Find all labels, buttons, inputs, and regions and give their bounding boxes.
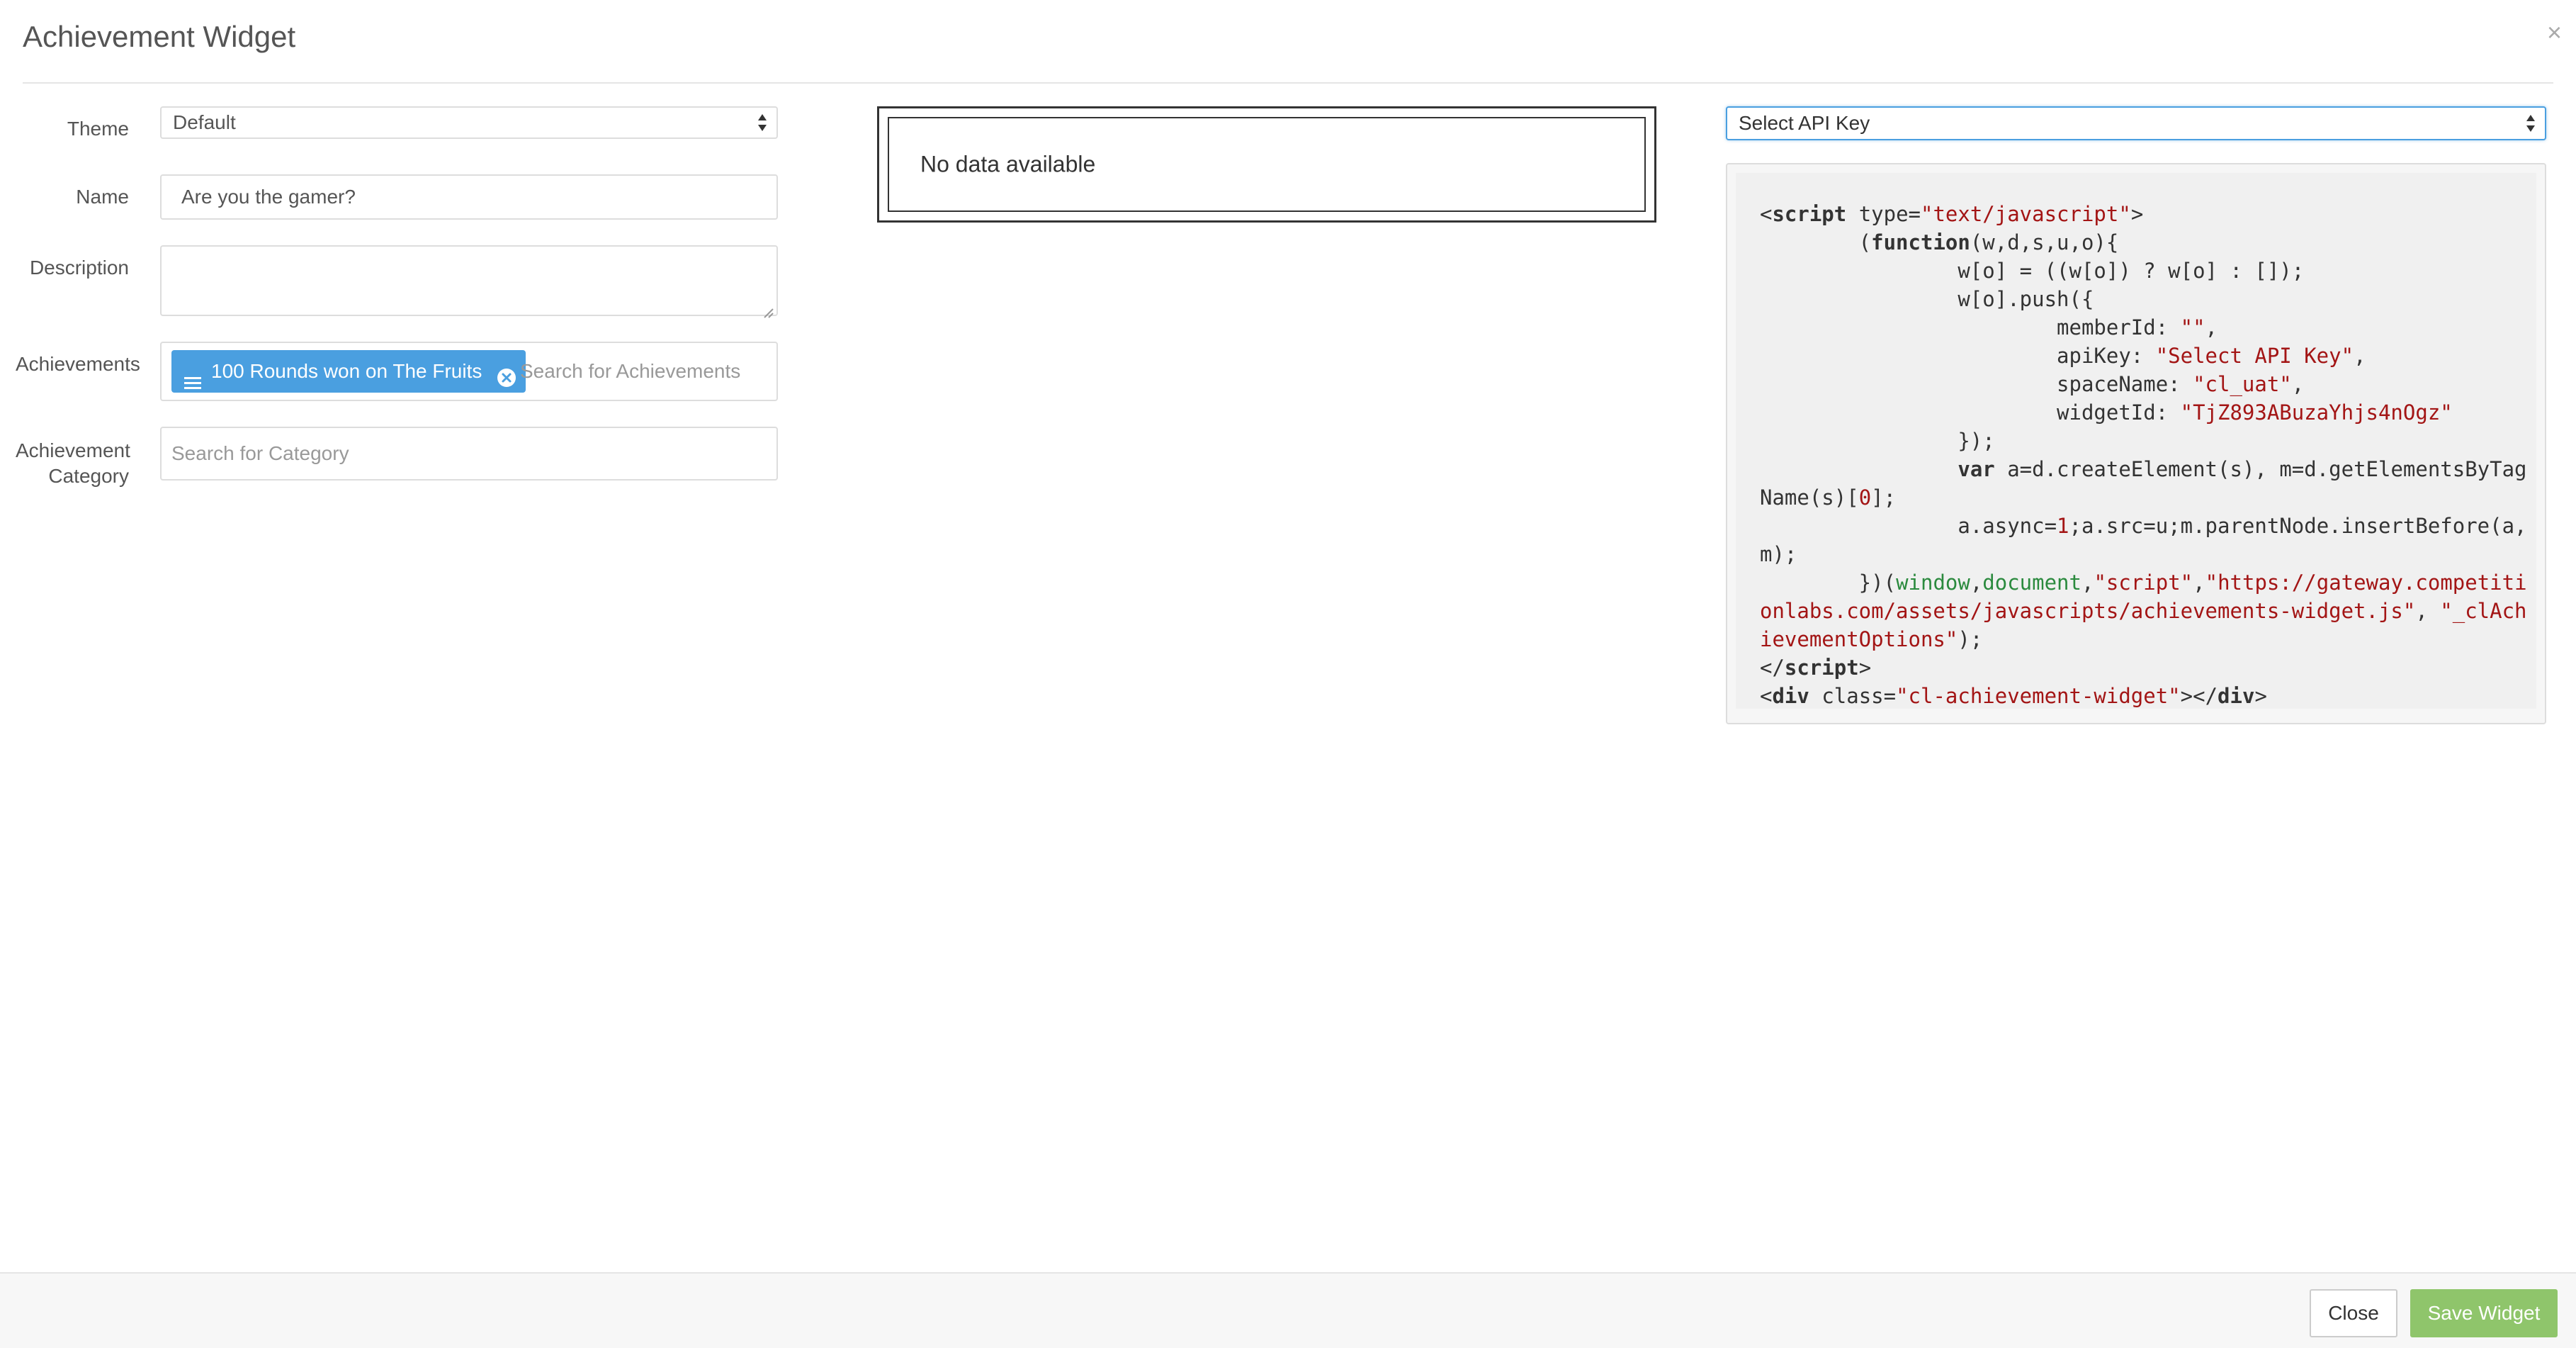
description-textarea[interactable]: [160, 245, 778, 318]
save-widget-button[interactable]: Save Widget: [2410, 1289, 2558, 1337]
close-button[interactable]: Close: [2310, 1289, 2397, 1337]
drag-handle-icon[interactable]: [184, 364, 201, 389]
preview-empty-text: No data available: [920, 151, 1096, 177]
modal-footer: Close Save Widget: [0, 1272, 2576, 1348]
code-widget-id: "TjZ893ABuzaYhjs4nOgz": [2180, 400, 2453, 425]
code-member-id: "": [2180, 315, 2205, 339]
embed-code-box: <script type="text/javascript"> (functio…: [1726, 163, 2546, 724]
achievement-tag-label: 100 Rounds won on The Fruits: [211, 360, 482, 382]
theme-select[interactable]: Default: [160, 106, 778, 139]
remove-tag-icon[interactable]: [496, 361, 517, 387]
resize-handle-icon[interactable]: [762, 301, 774, 318]
header-divider: [23, 82, 2553, 84]
close-icon[interactable]: ×: [2547, 18, 2562, 47]
achievements-label: Achievements: [16, 353, 140, 375]
embed-code-panel: <script type="text/javascript"> (functio…: [1736, 173, 2536, 709]
achievements-input[interactable]: 100 Rounds won on The Fruits Search for …: [160, 342, 778, 401]
widget-preview-inner: No data available: [888, 117, 1646, 212]
code-api-key: "Select API Key": [2155, 344, 2354, 368]
category-label-line2: Category: [48, 465, 129, 487]
widget-preview: No data available: [877, 106, 1656, 223]
category-placeholder: Search for Category: [171, 442, 349, 464]
code-div-class: "cl-achievement-widget": [1896, 684, 2181, 708]
description-label: Description: [29, 257, 129, 279]
code-space-name: "cl_uat": [2193, 372, 2292, 396]
api-key-select[interactable]: Select API Key: [1726, 106, 2546, 140]
modal-title: Achievement Widget: [23, 20, 296, 53]
category-search-input[interactable]: Search for Category: [160, 427, 778, 481]
achievement-tag: 100 Rounds won on The Fruits: [171, 350, 526, 393]
theme-select-value: Default: [173, 111, 236, 133]
embed-code: <script type="text/javascript"> (functio…: [1760, 202, 2527, 708]
category-label: Achievement Category: [16, 438, 130, 489]
achievements-search-input[interactable]: Search for Achievements: [520, 360, 740, 383]
api-key-select-value: Select API Key: [1739, 112, 1870, 134]
name-label: Name: [76, 186, 129, 208]
theme-label: Theme: [67, 118, 129, 140]
category-label-line1: Achievement: [16, 439, 130, 461]
select-arrows-icon: [757, 113, 768, 133]
name-input[interactable]: Are you the gamer?: [160, 174, 778, 220]
name-input-value: Are you the gamer?: [181, 186, 356, 208]
modal-header: Achievement Widget ×: [0, 0, 2576, 84]
select-arrows-icon: [2525, 113, 2536, 133]
